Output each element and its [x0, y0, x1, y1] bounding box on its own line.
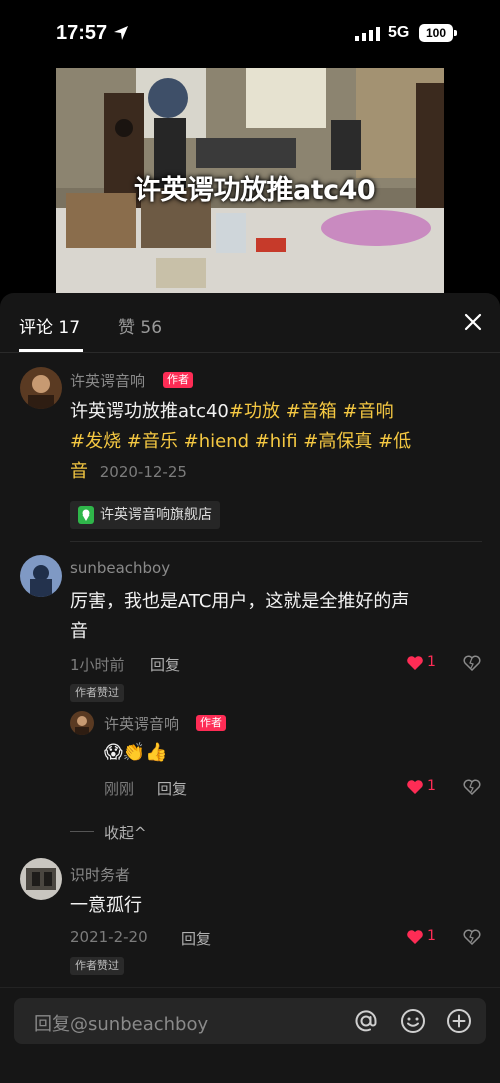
location-label: 许英谔音响旗舰店: [100, 507, 212, 523]
location-pin-icon: [78, 506, 94, 524]
comment-text: 一意孤行: [70, 895, 142, 916]
close-icon[interactable]: [460, 309, 486, 335]
heart-icon[interactable]: [406, 929, 424, 945]
author-liked-badge: 作者赞过: [70, 684, 124, 702]
heart-icon[interactable]: [406, 779, 424, 795]
comments-panel: 评论 17 赞 56 许英谔音响 作者 许英谔功放推atc40#功放 #音箱 #…: [0, 293, 500, 1083]
author-badge: 作者: [196, 715, 226, 731]
dislike-icon[interactable]: [463, 929, 481, 945]
video-caption: 许英谔功放推atc40: [134, 175, 376, 206]
emoji-icon[interactable]: [400, 1008, 426, 1034]
heart-icon[interactable]: [406, 655, 424, 671]
comment-username[interactable]: 识时务者: [70, 864, 130, 885]
post-date: 2020-12-25: [99, 463, 187, 481]
video-player[interactable]: 许英谔功放推atc40: [56, 68, 444, 294]
post-text-plain: 许英谔功放推atc40: [70, 401, 229, 422]
dislike-icon[interactable]: [463, 779, 481, 795]
reply-input[interactable]: 回复@sunbeachboy: [14, 998, 486, 1044]
reply-input-bar: 回复@sunbeachboy: [0, 987, 500, 1083]
author-liked-badge: 作者赞过: [70, 957, 124, 975]
avatar[interactable]: [20, 555, 62, 597]
network-type: 5G: [388, 24, 410, 41]
tab-underline: [19, 349, 83, 352]
dislike-icon[interactable]: [463, 655, 481, 671]
comment-time: 2021-2-20: [70, 928, 148, 946]
post-username[interactable]: 许英谔音响: [70, 370, 145, 391]
tab-comments[interactable]: 评论 17: [19, 313, 80, 338]
comment-text: 厉害，我也是ATC用户，这就是全推好的声 音: [70, 587, 470, 647]
location-arrow-icon: [114, 26, 128, 40]
comment-text-line1: 厉害，我也是ATC用户，这就是全推好的声: [70, 591, 410, 612]
post-text: 许英谔功放推atc40#功放 #音箱 #音响 #发烧 #音乐 #hiend #h…: [70, 397, 430, 487]
location-chip[interactable]: 许英谔音响旗舰店: [70, 501, 220, 529]
avatar[interactable]: [70, 711, 94, 735]
status-time: 17:57: [56, 22, 108, 44]
avatar[interactable]: [20, 367, 62, 409]
at-icon[interactable]: [353, 1008, 379, 1034]
collapse-line: [70, 831, 94, 832]
signal-icon: [355, 27, 380, 41]
post-tags-line1[interactable]: #功放 #音箱 #音响: [229, 401, 394, 422]
post-tags-line3[interactable]: 音: [70, 461, 88, 482]
comment-time: 1小时前: [70, 656, 125, 674]
tab-likes[interactable]: 赞 56: [118, 313, 162, 338]
comment-username[interactable]: sunbeachboy: [70, 559, 170, 577]
reply-button[interactable]: 回复: [181, 928, 211, 949]
like-count: 1: [427, 654, 436, 670]
battery-icon: 100: [419, 24, 453, 42]
add-icon[interactable]: [446, 1008, 472, 1034]
status-bar: 17:57 5G 100: [0, 0, 500, 68]
like-count: 1: [427, 928, 436, 944]
like-count: 1: [427, 778, 436, 794]
reply-username[interactable]: 许英谔音响: [104, 713, 179, 734]
post-tags-line2[interactable]: #发烧 #音乐 #hiend #hifi #高保真 #低: [70, 431, 411, 452]
comment-text-line2: 音: [70, 621, 88, 642]
divider: [70, 541, 482, 542]
reply-emojis: 😱👏👍: [104, 742, 168, 763]
reply-button[interactable]: 回复: [150, 654, 180, 675]
battery-tip: [454, 30, 457, 36]
comment-tabs: 评论 17 赞 56: [0, 293, 500, 353]
collapse-replies-button[interactable]: 收起^: [104, 822, 147, 843]
reply-button[interactable]: 回复: [157, 778, 187, 799]
reply-input-placeholder: 回复@sunbeachboy: [34, 1014, 209, 1035]
avatar[interactable]: [20, 858, 62, 900]
author-badge: 作者: [163, 372, 193, 388]
reply-time: 刚刚: [104, 780, 135, 798]
